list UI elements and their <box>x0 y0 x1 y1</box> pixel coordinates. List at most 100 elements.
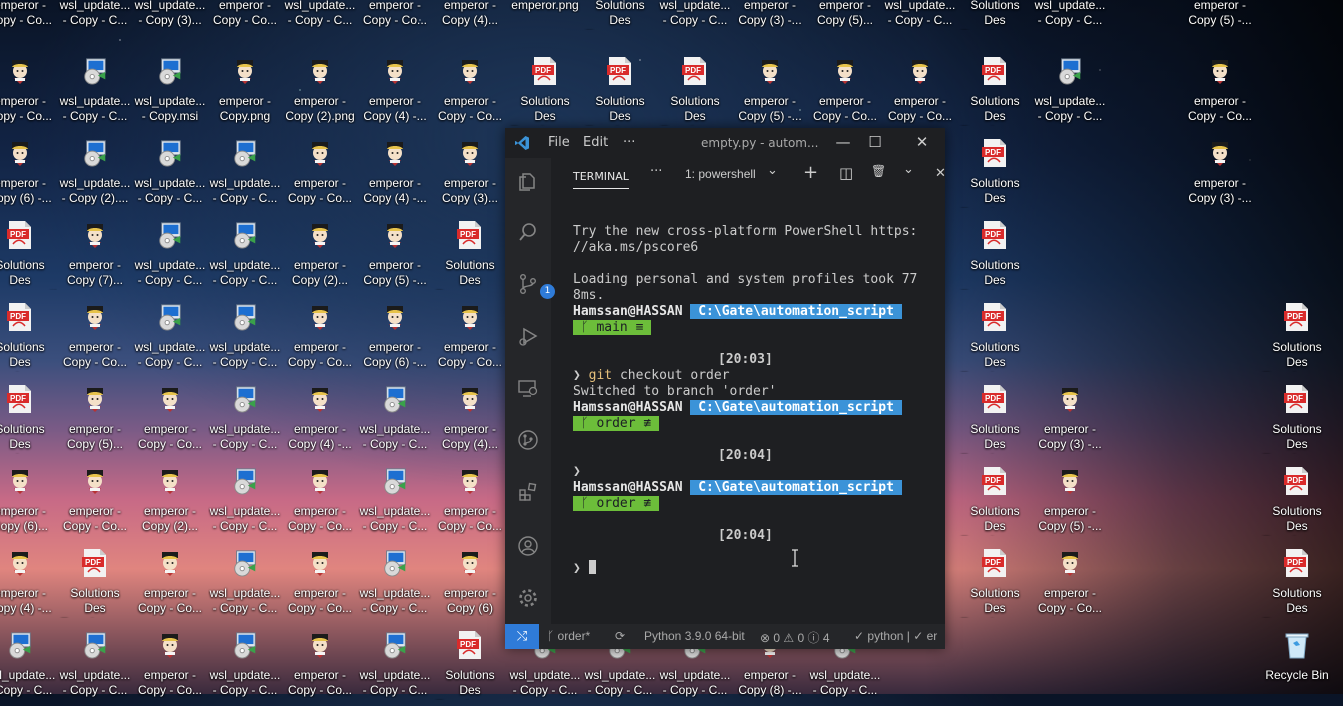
desktop-icon[interactable]: emperor - Copy (7)... <box>58 214 132 296</box>
vscode-window[interactable]: File Edit ··· empty.py - autom... — ☐ ✕ … <box>505 128 946 649</box>
desktop-icon[interactable]: PDF Solutions Des Exercices -... <box>1260 378 1334 460</box>
desktop-icon[interactable]: PDF Solutions Des Exercices -... <box>958 296 1032 378</box>
desktop-icon[interactable]: emperor - Copy (2)... <box>133 460 207 542</box>
problems-status[interactable]: ⊗ 0 ⚠ 0 ⓘ 4 <box>760 629 830 646</box>
desktop-icon[interactable]: emperor - Copy - Co... <box>58 460 132 542</box>
desktop-icon[interactable]: emperor - Copy (2).png <box>283 50 357 132</box>
git-branch-status[interactable]: ᚴ order* <box>547 629 590 643</box>
desktop-icon[interactable]: emperor - Copy - Co... <box>433 296 507 378</box>
desktop-icon[interactable]: wsl_update... - Copy - C... <box>208 214 282 296</box>
desktop-icon[interactable]: emperor - Copy (4)... <box>433 378 507 460</box>
desktop-icon[interactable]: emperor - Copy - Co... <box>1183 50 1257 132</box>
remote-indicator-button[interactable]: ⤭ <box>505 624 539 649</box>
desktop-icon[interactable]: wsl_update... - Copy - C... <box>133 296 207 378</box>
desktop-icon[interactable]: emperor - Copy - Co... <box>433 50 507 132</box>
desktop-icon[interactable]: emperor - Copy (4) -... <box>358 132 432 214</box>
sync-icon[interactable]: ⟳ <box>615 629 625 643</box>
desktop-icon[interactable]: PDF Solutions Des Exercices -... <box>1260 542 1334 624</box>
desktop-icon[interactable]: wsl_update... - Copy.msi <box>133 50 207 132</box>
desktop-icon[interactable]: emperor - Copy.png <box>208 50 282 132</box>
maximize-button[interactable]: ☐ <box>863 133 887 151</box>
desktop-icon[interactable]: emperor - Copy - Co... <box>133 542 207 624</box>
search-icon[interactable] <box>516 220 540 244</box>
extensions-icon[interactable] <box>516 480 540 504</box>
desktop-icon[interactable]: emperor - Copy (4) -... <box>358 50 432 132</box>
desktop-icon[interactable]: emperor - Copy (4) -... <box>283 378 357 460</box>
desktop-icon[interactable]: PDF Solutions Des Exercices -... <box>58 542 132 624</box>
new-terminal-button[interactable]: + <box>803 162 818 183</box>
run-debug-icon[interactable] <box>516 324 540 348</box>
desktop-icon[interactable]: emperor - Copy - Co... <box>808 50 882 132</box>
desktop-icon[interactable]: emperor - Copy (5) -... <box>733 50 807 132</box>
desktop-icon[interactable]: PDF Solutions Des Exercices.pdf <box>0 214 57 296</box>
desktop-icon[interactable]: PDF Solutions Des Exercices -... <box>0 296 57 378</box>
desktop-icon[interactable]: emperor - Copy (5) -... <box>1033 460 1107 542</box>
desktop-icon[interactable]: wsl_update... - Copy - C... <box>208 378 282 460</box>
desktop-icon[interactable]: emperor - Copy (5)... <box>58 378 132 460</box>
desktop-icon[interactable]: PDF Solutions Des Exercices -... <box>1260 296 1334 378</box>
desktop-icon[interactable]: emperor - Copy - Co... <box>283 542 357 624</box>
desktop-icon[interactable]: PDF Solutions Des Exercices -... <box>958 50 1032 132</box>
desktop-icon[interactable]: wsl_update... - Copy (2).... <box>58 132 132 214</box>
desktop-icon[interactable]: emperor - Copy - Co... <box>1033 542 1107 624</box>
menu-edit[interactable]: Edit <box>583 135 608 150</box>
desktop-icon[interactable]: wsl_update... - Copy - C... <box>133 132 207 214</box>
desktop-icon[interactable]: emperor - Copy - Co... <box>433 460 507 542</box>
desktop-icon[interactable]: PDF Solutions Des Exercices -... <box>508 50 582 132</box>
python-interpreter-status[interactable]: Python 3.9.0 64-bit <box>644 629 745 643</box>
desktop-icon[interactable]: PDF Solutions Des Exercices -... <box>958 542 1032 624</box>
desktop-icon[interactable]: PDF Solutions Des Exercices -... <box>958 378 1032 460</box>
tab-terminal[interactable]: TERMINAL <box>573 170 629 189</box>
chevron-down-icon[interactable]: ⌄ <box>767 163 778 178</box>
desktop-icon[interactable]: wsl_update... - Copy - C... <box>1033 50 1107 132</box>
desktop-icon[interactable]: PDF Solutions Des Exercices -... <box>0 378 57 460</box>
collapse-panel-button[interactable]: ⌄ <box>903 162 914 177</box>
terminal-output[interactable]: Try the new cross-platform PowerShell ht… <box>573 222 933 576</box>
desktop-icon[interactable]: emperor - Copy (6) <box>433 542 507 624</box>
desktop-icon[interactable]: emperor - Copy - Co... <box>0 50 57 132</box>
kill-terminal-button[interactable]: 🗑 <box>871 164 886 178</box>
desktop-icon[interactable]: PDF Solutions Des Exercices -... <box>583 50 657 132</box>
menu-file[interactable]: File <box>548 135 570 150</box>
close-panel-button[interactable]: ✕ <box>935 166 946 181</box>
desktop-icon[interactable]: emperor - Copy (6) -... <box>0 132 57 214</box>
desktop-icon[interactable]: wsl_update... - Copy - C... <box>133 214 207 296</box>
desktop-icon[interactable]: PDF Solutions Des Exercices -... <box>958 132 1032 214</box>
close-window-button[interactable]: ✕ <box>910 133 934 151</box>
explorer-icon[interactable] <box>516 170 540 194</box>
desktop-icon[interactable]: emperor - Copy (3) -... <box>1183 132 1257 214</box>
desktop-icon[interactable]: emperor - Copy - Co... <box>883 50 957 132</box>
terminal-select[interactable]: 1: powershell <box>685 167 756 181</box>
desktop-icon[interactable]: wsl_update... - Copy - C... <box>208 132 282 214</box>
desktop-icon[interactable]: PDF Solutions Des Exercices -... <box>658 50 732 132</box>
desktop-icon[interactable]: wsl_update... - Copy - C... <box>208 460 282 542</box>
accounts-icon[interactable] <box>516 534 540 558</box>
panel-more-button[interactable]: ··· <box>650 164 662 179</box>
desktop-icon[interactable]: emperor - Copy (4) -... <box>0 542 57 624</box>
git-graph-icon[interactable] <box>516 428 540 452</box>
desktop-icon[interactable]: emperor - Copy (6) -... <box>358 296 432 378</box>
settings-gear-icon[interactable] <box>516 586 540 610</box>
split-terminal-button[interactable]: ◫ <box>839 164 853 182</box>
language-status[interactable]: ✓ python | ✓ er <box>854 629 937 643</box>
desktop-icon[interactable]: wsl_update... - Copy - C... <box>208 296 282 378</box>
desktop-icon[interactable]: PDF Solutions Des Exercices -... <box>1260 460 1334 542</box>
desktop-icon[interactable]: wsl_update... - Copy - C... <box>58 50 132 132</box>
desktop-icon[interactable]: wsl_update... - Copy - C... <box>208 542 282 624</box>
minimize-button[interactable]: — <box>831 133 855 151</box>
desktop-icon[interactable]: emperor - Copy - Co... <box>133 378 207 460</box>
desktop-icon[interactable]: PDF Solutions Des Exercices -... <box>433 214 507 296</box>
desktop-icon[interactable]: PDF Solutions Des Exercices -... <box>958 214 1032 296</box>
desktop-icon[interactable]: wsl_update... - Copy - C... <box>358 460 432 542</box>
desktop-icon[interactable]: emperor - Copy (3)... <box>433 132 507 214</box>
desktop-icon[interactable]: emperor - Copy - Co... <box>283 460 357 542</box>
title-bar[interactable]: File Edit ··· empty.py - autom... — ☐ ✕ <box>505 128 945 158</box>
menu-more[interactable]: ··· <box>623 135 635 150</box>
desktop-icon[interactable]: emperor - Copy (6)... <box>0 460 57 542</box>
desktop-icon[interactable]: emperor - Copy (5) -... <box>358 214 432 296</box>
desktop-icon[interactable]: emperor - Copy (3) -... <box>1033 378 1107 460</box>
source-control-icon[interactable]: 1 <box>516 272 555 299</box>
desktop-icon[interactable]: emperor - Copy - Co... <box>58 296 132 378</box>
desktop-icon[interactable]: wsl_update... - Copy - C... <box>358 378 432 460</box>
remote-explorer-icon[interactable] <box>516 376 540 400</box>
